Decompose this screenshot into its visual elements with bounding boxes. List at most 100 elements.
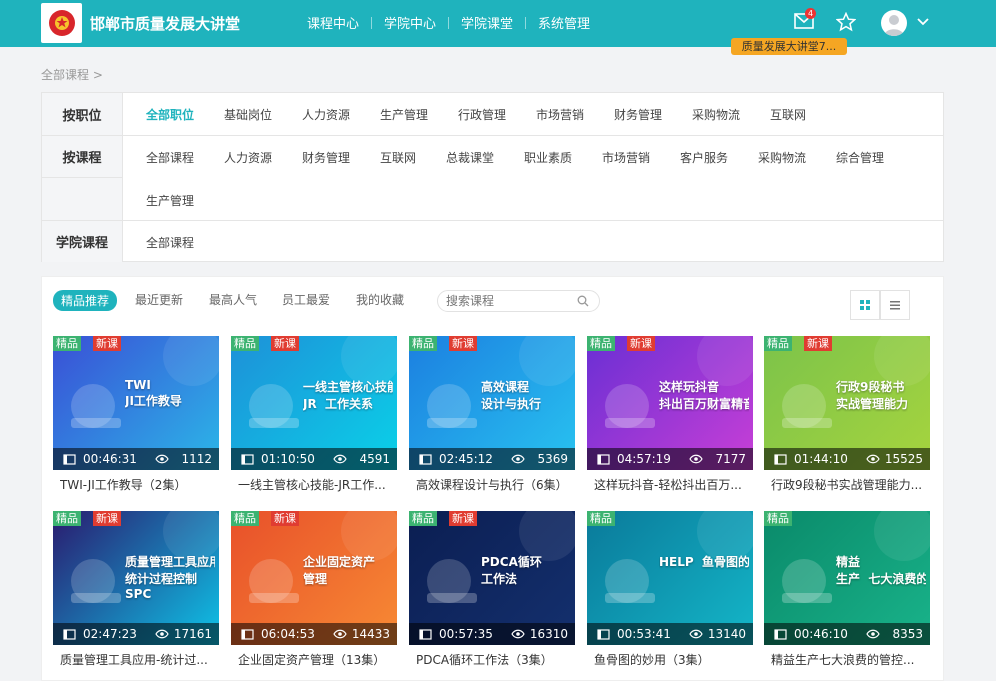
course-title[interactable]: 一线主管核心技能-JR工作... (238, 476, 390, 493)
breadcrumb[interactable]: 全部课程 > (41, 66, 103, 83)
thumbnail-caption: 一线主管核心技能 JR 工作关系 (303, 380, 393, 411)
filter-option[interactable]: 采购物流 (692, 106, 740, 123)
video-icon (419, 629, 432, 640)
tab-featured[interactable]: 精品推荐 (53, 290, 118, 311)
user-avatar[interactable] (881, 10, 907, 36)
new-tag: 新课 (804, 336, 832, 351)
chevron-down-icon[interactable] (916, 15, 930, 29)
tab-staff-favorite[interactable]: 员工最爱 (282, 291, 330, 308)
course-card[interactable]: 这样玩抖音 抖出百万财富精音 精品 新课 04:57:19 7177 这样玩抖音-轻松抖出… (587, 336, 753, 496)
course-views: 13140 (707, 627, 746, 641)
filter-option[interactable]: 客户服务 (680, 149, 728, 166)
course-duration: 01:44:10 (794, 452, 848, 466)
course-card[interactable]: PDCA循环 工作法 精品 新课 00:57:35 16310 PDCA循环工作法（3集） (409, 511, 575, 671)
filter-option[interactable]: 基础岗位 (224, 106, 272, 123)
course-duration: 04:57:19 (617, 452, 671, 466)
course-duration: 02:47:23 (83, 627, 137, 641)
course-title[interactable]: 精益生产七大浪费的管控... (771, 651, 923, 668)
course-title[interactable]: 企业固定资产管理（13集） (238, 651, 390, 668)
filter-option[interactable]: 人力资源 (224, 149, 272, 166)
filter-option[interactable]: 互联网 (380, 149, 416, 166)
thumbnail-caption: 质量管理工具应用 统计过程控制 SPC (125, 555, 215, 601)
course-title[interactable]: 这样玩抖音-轻松抖出百万... (594, 476, 746, 493)
nav-course-center[interactable]: 课程中心 (295, 13, 371, 32)
nav-academy-center[interactable]: 学院中心 (372, 13, 448, 32)
search-icon[interactable] (577, 295, 589, 307)
video-icon (597, 454, 610, 465)
new-tag: 新课 (449, 511, 477, 526)
search-input[interactable] (446, 294, 571, 308)
course-title[interactable]: 高效课程设计与执行（6集） (416, 476, 568, 493)
filter-option[interactable]: 综合管理 (836, 149, 884, 166)
course-card[interactable]: HELP 鱼骨图的妙用 精品 00:53:41 13140 鱼骨图的妙用（3集） (587, 511, 753, 671)
emblem-logo[interactable] (41, 3, 82, 43)
nav-system-admin[interactable]: 系统管理 (526, 13, 602, 32)
nav-academy-classroom[interactable]: 学院课堂 (449, 13, 525, 32)
course-thumbnail[interactable]: 一线主管核心技能 JR 工作关系 精品 新课 01:10:50 4591 (231, 336, 397, 470)
filter-option[interactable]: 行政管理 (458, 106, 506, 123)
course-card[interactable]: 行政9段秘书 实战管理能力 精品 新课 01:44:10 15525 行政9段秘书实战管理… (764, 336, 930, 496)
course-thumbnail[interactable]: PDCA循环 工作法 精品 新课 00:57:35 16310 (409, 511, 575, 645)
featured-tag: 精品 (587, 336, 615, 351)
course-thumbnail[interactable]: 企业固定资产 管理 精品 新课 06:04:53 14433 (231, 511, 397, 645)
eye-icon (689, 629, 703, 639)
course-thumbnail[interactable]: 这样玩抖音 抖出百万财富精音 精品 新课 04:57:19 7177 (587, 336, 753, 470)
site-title[interactable]: 邯郸市质量发展大讲堂 (90, 13, 240, 34)
course-card[interactable]: 精益 生产 七大浪费的管控 精品 00:46:10 8353 精益生产七大浪费的管控..… (764, 511, 930, 671)
list-view-button[interactable] (880, 290, 910, 320)
eye-icon (866, 629, 880, 639)
course-card[interactable]: 质量管理工具应用 统计过程控制 SPC 精品 新课 02:47:23 17161 质量管理… (53, 511, 219, 671)
course-title[interactable]: PDCA循环工作法（3集） (416, 651, 568, 668)
grid-icon (860, 300, 870, 310)
course-card[interactable]: 高效课程 设计与执行 精品 新课 02:45:12 5369 高效课程设计与执行（6集） (409, 336, 575, 496)
filter-panel: 按职位 全部职位 基础岗位 人力资源 生产管理 行政管理 市场营销 财务管理 采… (41, 92, 944, 262)
tab-popular[interactable]: 最高人气 (209, 291, 257, 308)
filter-option[interactable]: 市场营销 (602, 149, 650, 166)
filter-option[interactable]: 采购物流 (758, 149, 806, 166)
featured-tag: 精品 (53, 336, 81, 351)
tab-recent[interactable]: 最近更新 (135, 291, 183, 308)
filter-option[interactable]: 互联网 (770, 106, 806, 123)
course-title[interactable]: 鱼骨图的妙用（3集） (594, 651, 746, 668)
filter-option[interactable]: 职业素质 (524, 149, 572, 166)
video-icon (597, 629, 610, 640)
course-title[interactable]: TWI-JI工作教导（2集） (60, 476, 212, 493)
filter-option[interactable]: 生产管理 (380, 106, 428, 123)
filter-label: 学院课程 (42, 221, 123, 262)
course-title[interactable]: 质量管理工具应用-统计过... (60, 651, 212, 668)
course-card[interactable]: 企业固定资产 管理 精品 新课 06:04:53 14433 企业固定资产管理（13集） (231, 511, 397, 671)
filter-option[interactable]: 财务管理 (302, 149, 350, 166)
course-thumbnail[interactable]: 行政9段秘书 实战管理能力 精品 新课 01:44:10 15525 (764, 336, 930, 470)
filter-option-active[interactable]: 全部职位 (146, 106, 194, 123)
course-thumbnail[interactable]: 精益 生产 七大浪费的管控 精品 00:46:10 8353 (764, 511, 930, 645)
course-thumbnail[interactable]: HELP 鱼骨图的妙用 精品 00:53:41 13140 (587, 511, 753, 645)
filter-option[interactable]: 财务管理 (614, 106, 662, 123)
course-title[interactable]: 行政9段秘书实战管理能力... (771, 476, 923, 493)
list-icon (890, 301, 900, 310)
filter-option[interactable]: 全部课程 (146, 149, 194, 166)
thumbnail-caption: PDCA循环 工作法 (481, 555, 542, 586)
eye-icon (511, 629, 525, 639)
notification-tooltip[interactable]: 质量发展大讲堂7... (731, 38, 847, 55)
course-meta-bar: 02:45:12 5369 (409, 448, 575, 470)
course-card[interactable]: 一线主管核心技能 JR 工作关系 精品 新课 01:10:50 4591 一线主管核心技能… (231, 336, 397, 496)
course-search (437, 290, 600, 312)
course-meta-bar: 00:46:31 1112 (53, 448, 219, 470)
tab-my-favorites[interactable]: 我的收藏 (356, 291, 404, 308)
filter-option[interactable]: 人力资源 (302, 106, 350, 123)
star-icon[interactable] (836, 12, 856, 32)
course-thumbnail[interactable]: 质量管理工具应用 统计过程控制 SPC 精品 新课 02:47:23 17161 (53, 511, 219, 645)
course-thumbnail[interactable]: 高效课程 设计与执行 精品 新课 02:45:12 5369 (409, 336, 575, 470)
filter-option[interactable]: 市场营销 (536, 106, 584, 123)
course-thumbnail[interactable]: TWI JI工作教导 精品 新课 00:46:31 1112 (53, 336, 219, 470)
course-meta-bar: 04:57:19 7177 (587, 448, 753, 470)
grid-view-button[interactable] (850, 290, 880, 320)
course-meta-bar: 06:04:53 14433 (231, 623, 397, 645)
filter-option[interactable]: 总裁课堂 (446, 149, 494, 166)
filter-option[interactable]: 全部课程 (146, 234, 194, 251)
mail-badge: 4 (805, 8, 816, 19)
course-card[interactable]: TWI JI工作教导 精品 新课 00:46:31 1112 TWI-JI工作教导（2集） (53, 336, 219, 496)
video-icon (63, 629, 76, 640)
filter-option[interactable]: 生产管理 (146, 192, 194, 209)
course-duration: 00:57:35 (439, 627, 493, 641)
